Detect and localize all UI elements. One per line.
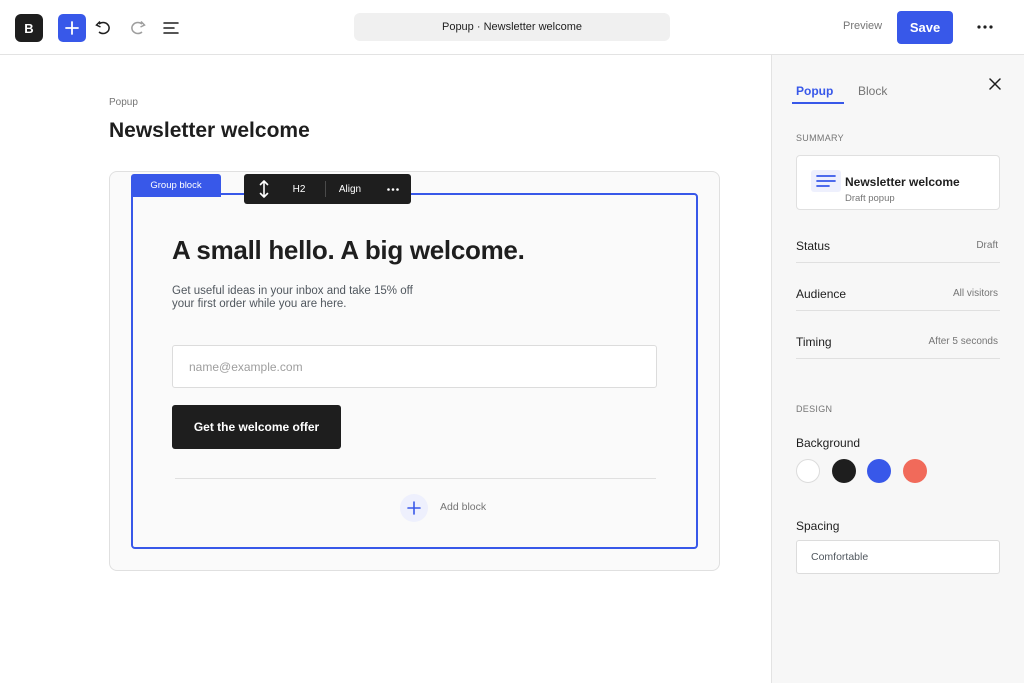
timing-row[interactable]: Timing After 5 seconds — [796, 333, 1000, 359]
active-tab-indicator — [792, 102, 844, 104]
email-input[interactable] — [172, 345, 657, 388]
design-section-label: DESIGN — [796, 404, 833, 414]
background-label: Background — [796, 436, 861, 450]
close-icon — [989, 78, 1001, 90]
preview-button[interactable]: Preview — [843, 20, 882, 32]
editor-canvas: Popup Newsletter welcome Group block H2 … — [0, 55, 771, 683]
swatch-black[interactable] — [832, 459, 856, 483]
page-title[interactable]: Newsletter welcome — [109, 119, 310, 143]
redo-icon — [131, 20, 146, 35]
status-label: Status — [796, 239, 831, 253]
site-logo[interactable]: B — [15, 14, 43, 42]
swatch-white[interactable] — [796, 459, 820, 483]
tab-popup[interactable]: Popup — [796, 84, 833, 98]
block-more-button[interactable] — [382, 174, 404, 204]
tab-block[interactable]: Block — [858, 84, 887, 98]
timing-value: After 5 seconds — [928, 336, 998, 347]
audience-label: Audience — [796, 287, 847, 301]
list-view-button[interactable] — [158, 15, 184, 41]
welcome-offer-button[interactable]: Get the welcome offer — [172, 405, 341, 449]
summary-subtitle: Draft popup — [845, 193, 895, 204]
add-block-label[interactable]: Add block — [440, 501, 486, 513]
breadcrumb: Popup — [109, 97, 138, 108]
spacing-select[interactable]: Comfortable — [796, 540, 1000, 574]
more-icon — [387, 187, 399, 191]
close-sidebar-button[interactable] — [986, 75, 1004, 93]
settings-sidebar: Popup Block SUMMARY Newsletter welcome D… — [771, 55, 1024, 683]
divider — [175, 478, 656, 479]
summary-card: Newsletter welcome Draft popup — [796, 155, 1000, 210]
add-block-button[interactable] — [400, 494, 428, 522]
text-align-icon — [816, 175, 836, 187]
add-icon — [407, 501, 421, 515]
hero-heading[interactable]: A small hello. A big welcome. — [172, 235, 525, 266]
add-icon — [65, 21, 79, 35]
redo-button[interactable] — [124, 15, 150, 41]
save-button[interactable]: Save — [897, 11, 953, 44]
more-icon — [977, 25, 993, 29]
timing-label: Timing — [796, 335, 832, 349]
undo-button[interactable] — [91, 15, 117, 41]
more-options-button[interactable] — [972, 14, 998, 40]
undo-icon — [95, 20, 110, 35]
move-icon — [259, 180, 269, 198]
summary-section-label: SUMMARY — [796, 133, 844, 143]
document-title-bar[interactable]: Popup · Newsletter welcome — [354, 13, 670, 41]
audience-value: All visitors — [952, 288, 998, 299]
group-block-label[interactable]: Group block — [131, 174, 221, 197]
add-block-toolbar-button[interactable] — [58, 14, 86, 42]
align-button[interactable]: Align — [332, 174, 368, 204]
audience-row[interactable]: Audience All visitors — [796, 285, 1000, 311]
spacing-label: Spacing — [796, 519, 840, 533]
move-button[interactable] — [252, 174, 276, 204]
hero-text[interactable]: Get useful ideas in your inbox and take … — [172, 285, 432, 311]
status-row[interactable]: Status Draft — [796, 237, 1000, 263]
toolbar-separator — [325, 181, 326, 197]
block-toolbar: H2 Align — [244, 174, 411, 204]
swatch-blue[interactable] — [867, 459, 891, 483]
status-value: Draft — [976, 240, 998, 251]
list-view-icon — [163, 22, 179, 34]
top-toolbar: B Popup · Newsletter welcome Preview Sav… — [0, 0, 1024, 55]
swatch-coral[interactable] — [903, 459, 927, 483]
heading-level-button[interactable]: H2 — [284, 174, 314, 204]
summary-name: Newsletter welcome — [845, 175, 960, 189]
summary-icon — [811, 170, 841, 192]
